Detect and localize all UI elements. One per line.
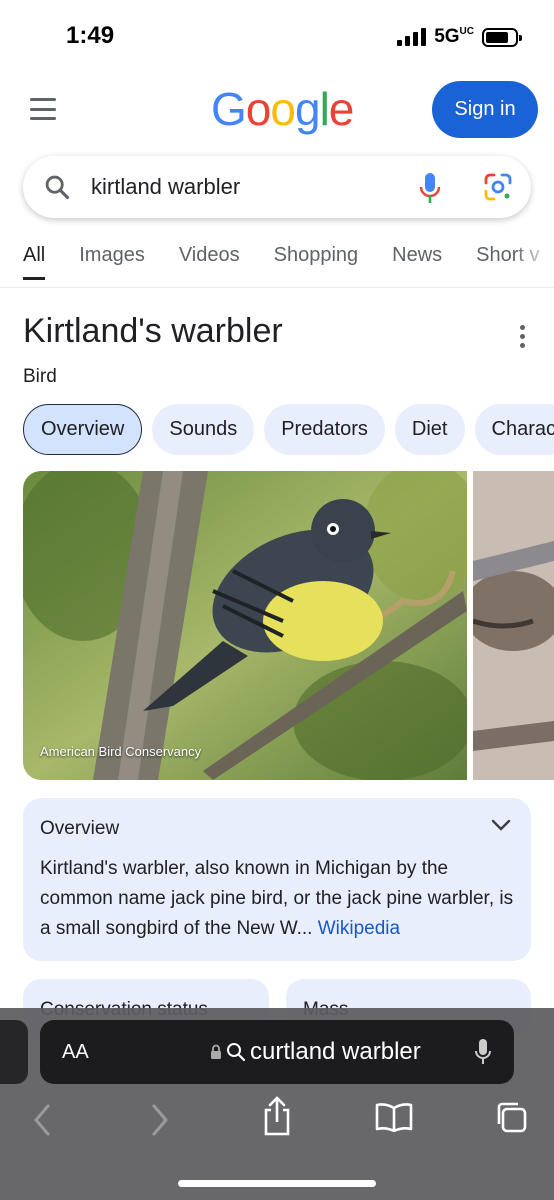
knowledge-panel-subtitle: Bird (23, 366, 57, 387)
chevron-down-icon[interactable] (491, 818, 511, 832)
network-label: 5GUC (434, 26, 474, 47)
overview-text: Kirtland's warbler, also known in Michig… (40, 854, 514, 944)
share-icon[interactable] (262, 1094, 292, 1138)
chip-characteristics[interactable]: Charac (474, 404, 554, 455)
address-text[interactable]: curtland warbler (210, 1038, 421, 1066)
chip-predators[interactable]: Predators (264, 404, 385, 455)
divider (0, 287, 554, 288)
tab-videos[interactable]: Videos (179, 244, 240, 280)
status-time: 1:49 (66, 22, 115, 49)
google-logo[interactable]: Google (211, 82, 354, 136)
search-box[interactable] (23, 156, 531, 218)
navigation-row (0, 1096, 554, 1160)
safari-toolbar: AA curtland warbler (0, 1008, 554, 1200)
bird-image-2[interactable] (473, 471, 554, 780)
wikipedia-link[interactable]: Wikipedia (318, 918, 400, 939)
sign-in-button[interactable]: Sign in (432, 81, 538, 138)
overview-heading: Overview (40, 818, 120, 839)
tab-all[interactable]: All (23, 244, 46, 280)
microphone-icon[interactable] (474, 1038, 492, 1066)
tab-shopping[interactable]: Shopping (274, 244, 359, 280)
topic-chips: Overview Sounds Predators Diet Charac (23, 404, 554, 455)
search-icon (45, 175, 70, 200)
bookmarks-icon[interactable] (375, 1102, 413, 1132)
text-size-button[interactable]: AA (62, 1041, 89, 1064)
back-icon[interactable] (30, 1100, 54, 1140)
chip-sounds[interactable]: Sounds (152, 404, 255, 455)
address-query: curtland warbler (250, 1038, 421, 1065)
voice-search-icon[interactable] (419, 172, 441, 204)
google-lens-icon[interactable] (483, 172, 513, 202)
tab-images[interactable]: Images (79, 244, 145, 280)
status-bar: 1:49 5GUC (0, 0, 554, 72)
tab-news[interactable]: News (392, 244, 442, 280)
lock-icon (211, 1044, 221, 1059)
chip-diet[interactable]: Diet (394, 404, 465, 455)
forward-icon[interactable] (148, 1100, 172, 1140)
tabs-fade (514, 240, 554, 280)
more-options-icon[interactable] (520, 325, 525, 348)
battery-icon (482, 27, 522, 47)
overview-card[interactable]: Overview Kirtland's warbler, also known … (23, 798, 531, 961)
knowledge-panel-title: Kirtland's warbler (23, 312, 283, 350)
bird-image[interactable] (23, 471, 467, 780)
address-bar[interactable]: AA curtland warbler (40, 1020, 514, 1084)
chip-overview[interactable]: Overview (23, 404, 143, 455)
menu-icon[interactable] (30, 98, 56, 120)
overview-description: Kirtland's warbler, also known in Michig… (40, 858, 514, 939)
search-input[interactable] (91, 174, 391, 200)
search-tabs: All Images Videos Shopping News Short v (23, 244, 554, 280)
home-indicator[interactable] (178, 1180, 376, 1187)
previous-tab-preview[interactable] (0, 1020, 28, 1084)
signal-icon (397, 28, 427, 46)
status-icons: 5GUC (397, 26, 522, 48)
search-icon (227, 1043, 246, 1062)
image-caption: American Bird Conservancy (40, 744, 202, 759)
tabs-icon[interactable] (494, 1100, 528, 1134)
